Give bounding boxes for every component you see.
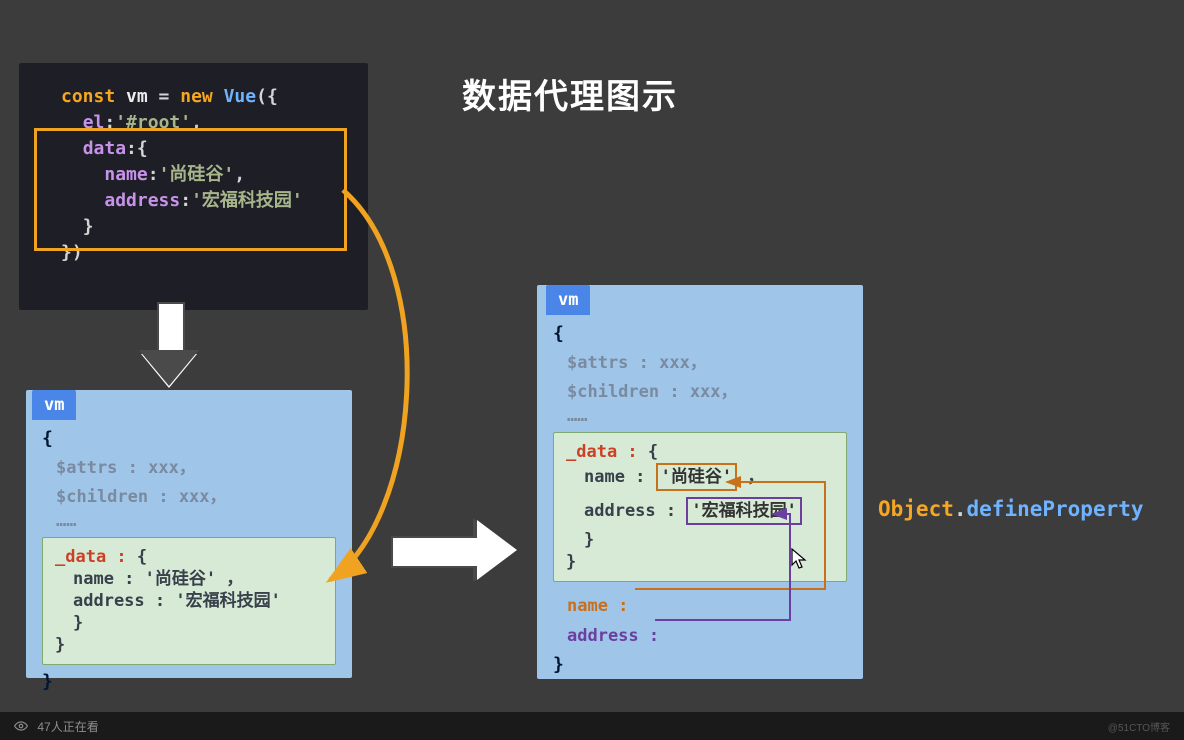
vm2-open-brace: { — [553, 323, 847, 344]
vm2-addr-row: address : '宏福科技园' — [584, 497, 834, 525]
page-title: 数据代理图示 — [462, 69, 678, 118]
viewer-count: 47人正在看 — [14, 718, 99, 735]
kw-eq: = — [159, 86, 181, 107]
eye-icon — [14, 719, 28, 733]
object-define-property-label: Object.defineProperty — [878, 497, 1144, 521]
vm2-name-prop: name : — [567, 596, 628, 616]
vm2-children: $children : xxx， — [567, 377, 847, 402]
vm1-data-box: _data : { name : '尚硅谷' ， address : '宏福科技… — [42, 537, 336, 665]
vm2-addr-val: '宏福科技园' — [686, 497, 801, 525]
vm-card-left: vm { $attrs : xxx， $children : xxx， …… _… — [26, 390, 352, 678]
credit-label: @51CTO博客 — [1108, 719, 1170, 734]
kw-class: Vue — [224, 86, 257, 107]
vm2-attrs: $attrs : xxx， — [567, 348, 847, 373]
kw-new: new — [180, 86, 223, 107]
vm1-addr-line: address : '宏福科技园' — [73, 591, 281, 611]
vm1-dots: …… — [56, 511, 336, 531]
vm1-attrs: $attrs : xxx， — [56, 453, 336, 478]
vm1-name-line: name : '尚硅谷' ， — [73, 569, 243, 589]
kw-const: const — [61, 86, 115, 107]
vm1-open-brace: { — [42, 428, 336, 449]
vm-card-right: vm { $attrs : xxx， $children : xxx， …… _… — [537, 285, 863, 679]
bottom-bar: 47人正在看 @51CTO博客 — [0, 712, 1184, 740]
brace: ({ — [256, 86, 278, 107]
vm2-close-brace: } — [553, 654, 847, 675]
vm2-data-box: _data : { name : '尚硅谷' ， address : '宏福科技… — [553, 432, 847, 582]
diagram-stage: 数据代理图示 const vm = new Vue({ el:'#root', … — [0, 0, 1184, 740]
vm2-data-label: _data : — [566, 442, 638, 462]
vm2-tab: vm — [546, 285, 590, 315]
kw-var: vm — [115, 86, 158, 107]
vm1-children: $children : xxx， — [56, 482, 336, 507]
vm1-close-brace: } — [42, 671, 336, 692]
vm2-address-prop: address : — [567, 626, 659, 646]
vm2-dots: …… — [567, 406, 847, 426]
vm2-name-row: name : '尚硅谷' ， — [584, 463, 834, 491]
vm1-tab: vm — [32, 390, 76, 420]
code-highlight-box — [34, 128, 347, 251]
vm2-name-val: '尚硅谷' — [656, 463, 737, 491]
vm1-data-label: _data : — [55, 547, 127, 567]
